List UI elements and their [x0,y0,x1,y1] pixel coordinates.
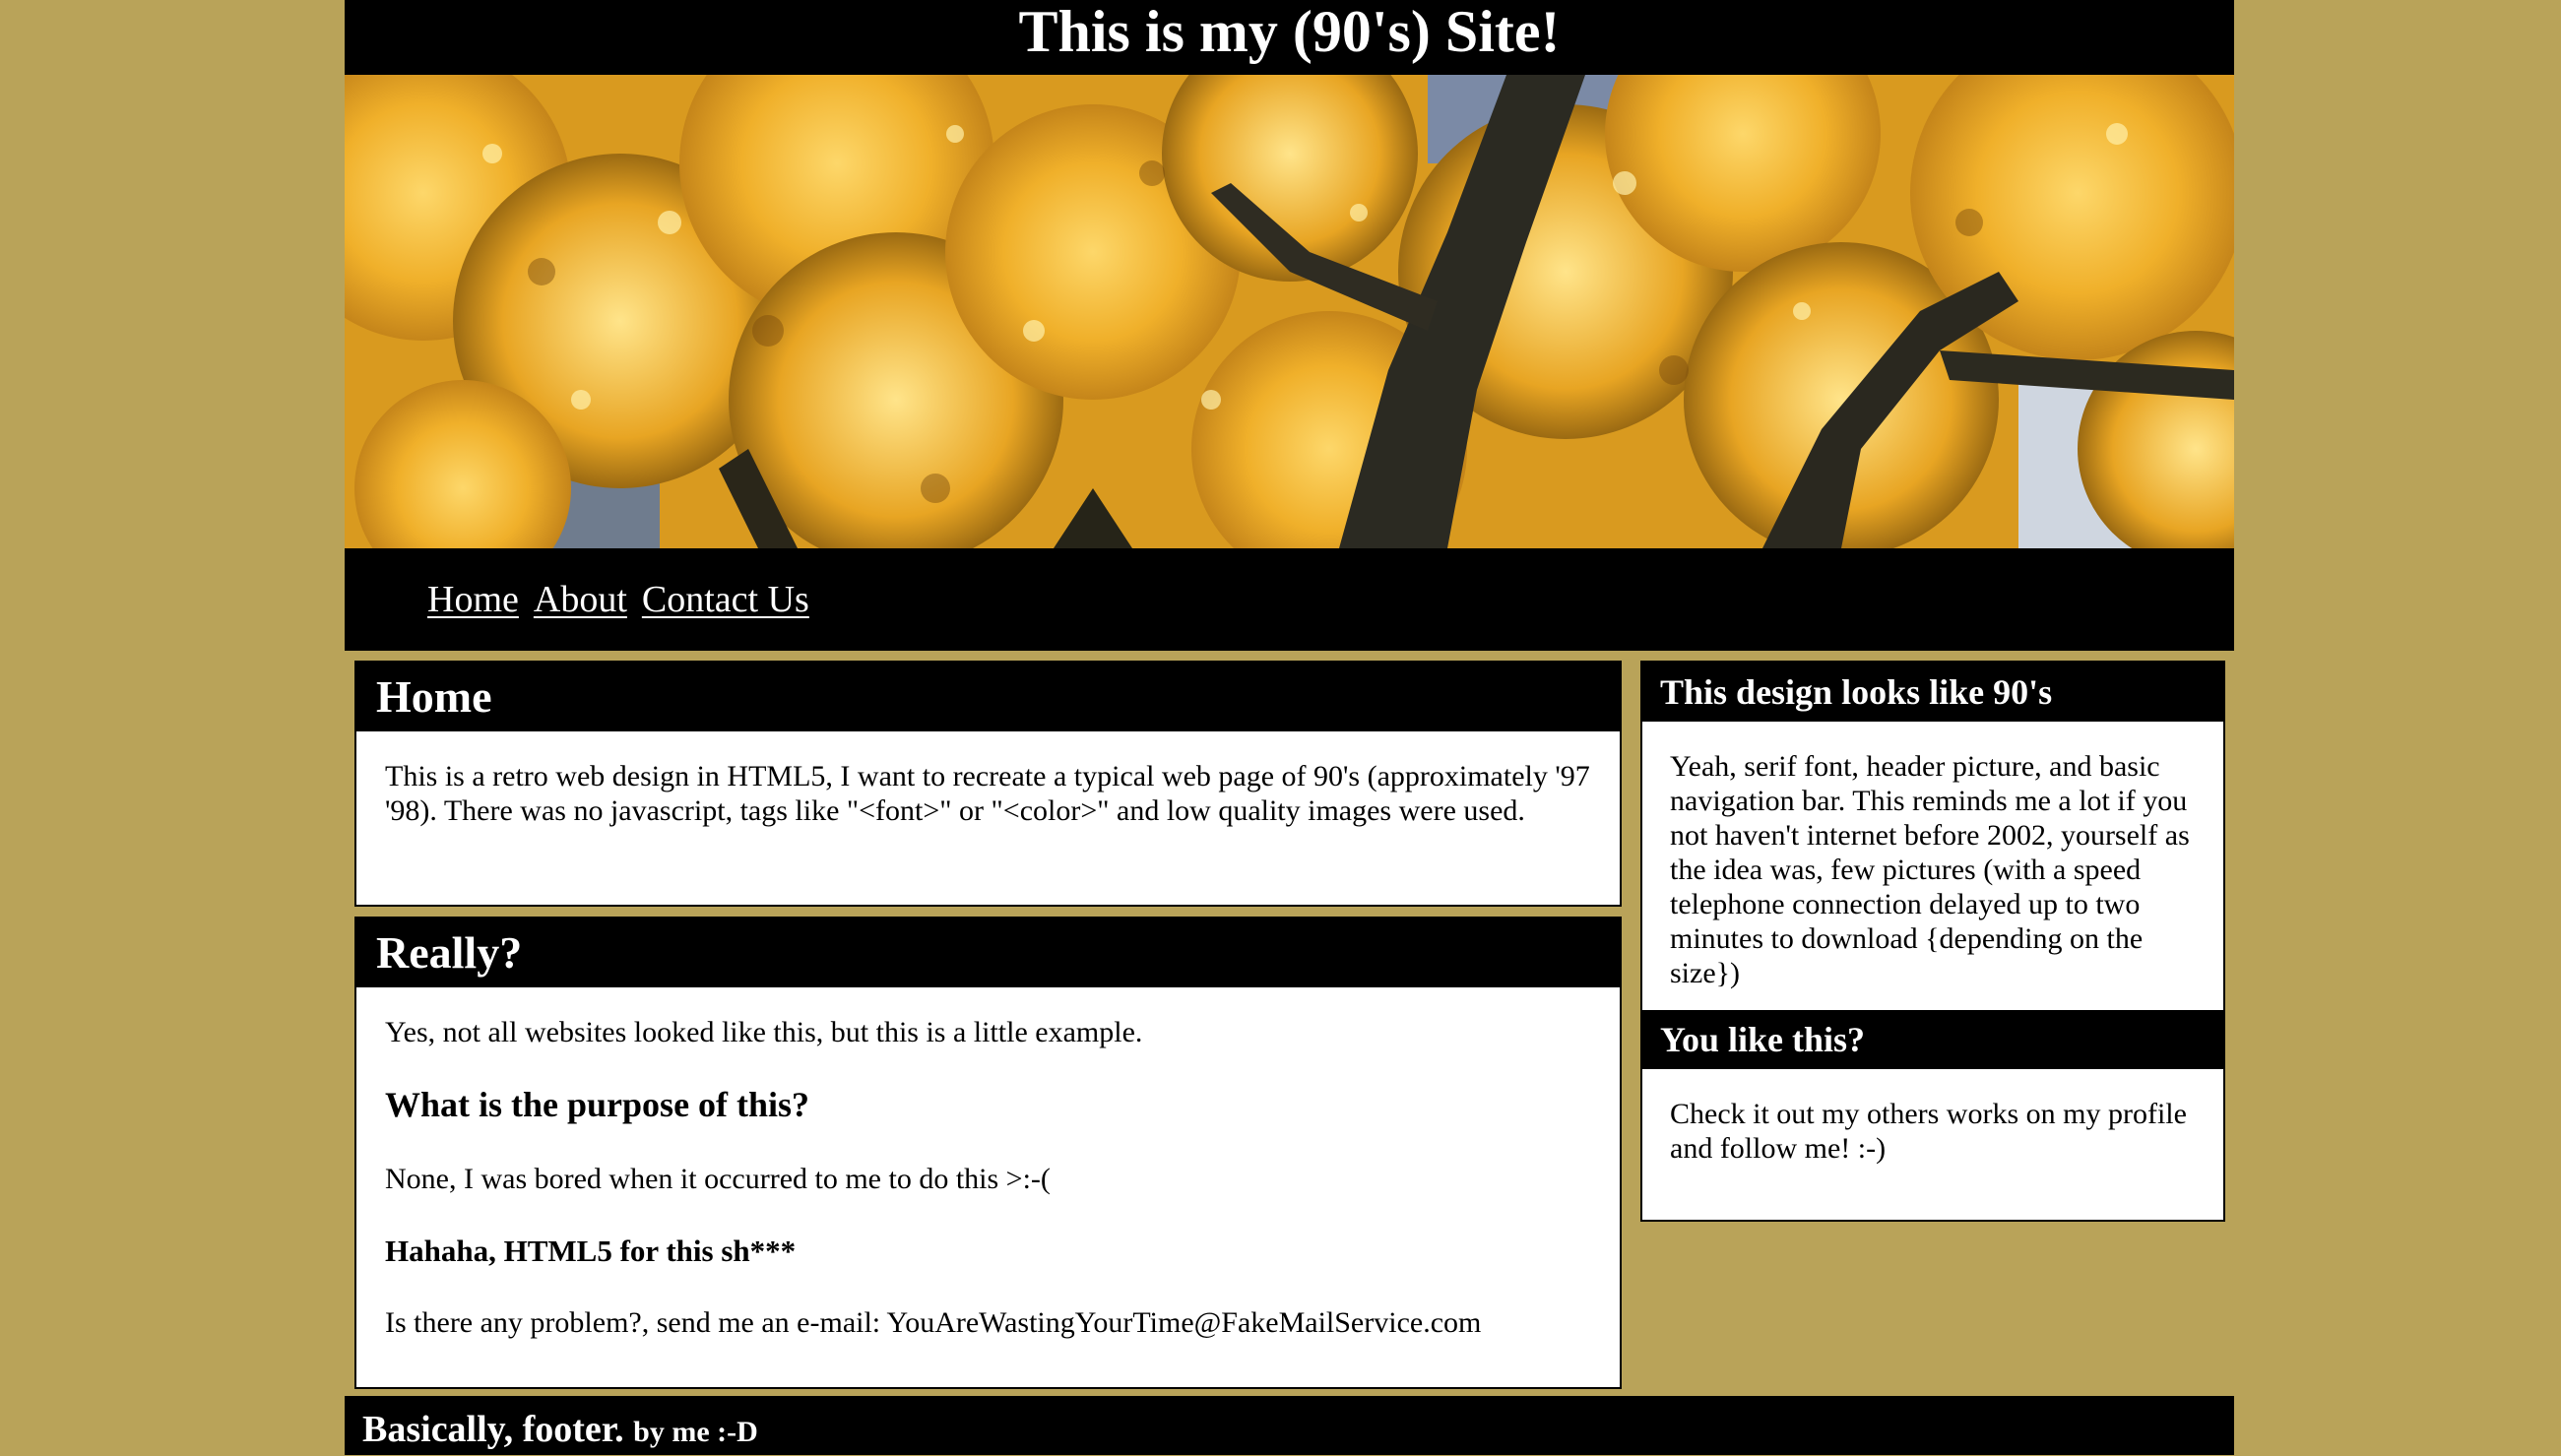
nav-link-home[interactable]: Home [427,579,519,620]
nav-item-contact: Contact Us [642,578,809,621]
nav-link-about[interactable]: About [534,579,627,620]
html5-remark: Hahaha, HTML5 for this sh*** [385,1234,797,1268]
navigation-bar: Home About Contact Us [345,548,2234,651]
purpose-answer: None, I was bored when it occurred to me… [385,1163,1051,1195]
sidebar-design-heading: This design looks like 90's [1642,663,2223,722]
footer-credit: by me :-D [633,1416,758,1448]
nav-links: Home About Contact Us [427,578,809,621]
nav-item-about: About [534,578,627,621]
really-intro: Yes, not all websites looked like this, … [385,1016,1143,1048]
sidebar-like-heading: You like this? [1642,1010,2223,1069]
nav-link-contact-us[interactable]: Contact Us [642,579,809,620]
sidebar-design-body: Yeah, serif font, header picture, and ba… [1642,722,2223,1010]
home-section: Home This is a retro web design in HTML5… [354,661,1622,907]
really-heading: Really? [356,918,1620,987]
site-header: This is my (90's) Site! [345,0,2234,75]
autumn-tree-photo [345,75,2234,548]
home-heading: Home [356,663,1620,731]
sidebar: This design looks like 90's Yeah, serif … [1640,661,2225,1222]
home-text: This is a retro web design in HTML5, I w… [385,760,1590,827]
contact-email-text: Is there any problem?, send me an e-mail… [385,1306,1482,1339]
sidebar-like-body: Check it out my others works on my profi… [1642,1069,2223,1166]
site-footer: Basically, footer. by me :-D [345,1396,2234,1455]
footer-text: Basically, footer. by me :-D [362,1406,758,1456]
really-body: Yes, not all websites looked like this, … [356,987,1620,1340]
sidebar-design-text: Yeah, serif font, header picture, and ba… [1670,750,2190,989]
sidebar-like-text: Check it out my others works on my profi… [1670,1098,2187,1165]
home-body: This is a retro web design in HTML5, I w… [356,731,1620,828]
footer-main-text: Basically, footer. [362,1409,624,1450]
purpose-question: What is the purpose of this? [385,1085,810,1124]
nav-item-home: Home [427,578,519,621]
site-title: This is my (90's) Site! [1018,0,1561,64]
header-banner-image [345,75,2234,548]
page-container: This is my (90's) Site! Home About Conta… [345,0,2234,1455]
really-section: Really? Yes, not all websites looked lik… [354,917,1622,1389]
